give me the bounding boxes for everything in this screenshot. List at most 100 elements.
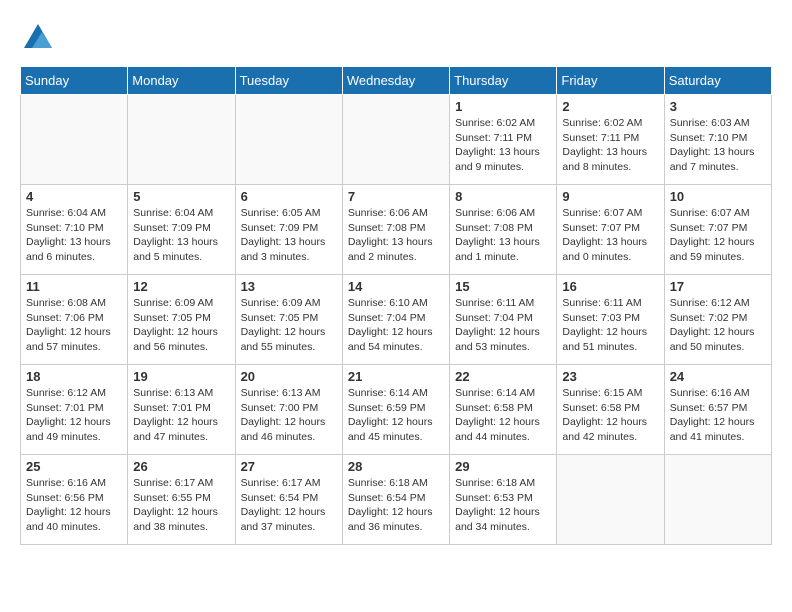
calendar-week-row: 1Sunrise: 6:02 AM Sunset: 7:11 PM Daylig… (21, 95, 772, 185)
day-info: Sunrise: 6:13 AM Sunset: 7:00 PM Dayligh… (241, 386, 337, 445)
calendar-cell: 10 Sunrise: 6:07 AM Sunset: 7:07 PM Dayli… (664, 185, 771, 275)
calendar-cell: 29 Sunrise: 6:18 AM Sunset: 6:53 PM Dayli… (450, 455, 557, 545)
day-info: Sunrise: 6:18 AM Sunset: 6:53 PM Dayligh… (455, 476, 551, 535)
calendar-cell: 4 Sunrise: 6:04 AM Sunset: 7:10 PM Daylig… (21, 185, 128, 275)
day-number: 8 (455, 189, 551, 204)
calendar-table: SundayMondayTuesdayWednesdayThursdayFrid… (20, 66, 772, 545)
day-info: Sunrise: 6:02 AM Sunset: 7:11 PM Dayligh… (562, 116, 658, 175)
weekday-header-friday: Friday (557, 67, 664, 95)
day-info: Sunrise: 6:17 AM Sunset: 6:54 PM Dayligh… (241, 476, 337, 535)
calendar-cell: 21 Sunrise: 6:14 AM Sunset: 6:59 PM Dayli… (342, 365, 449, 455)
day-number: 23 (562, 369, 658, 384)
day-info: Sunrise: 6:13 AM Sunset: 7:01 PM Dayligh… (133, 386, 229, 445)
day-number: 2 (562, 99, 658, 114)
calendar-cell: 25 Sunrise: 6:16 AM Sunset: 6:56 PM Dayli… (21, 455, 128, 545)
weekday-header-sunday: Sunday (21, 67, 128, 95)
day-number: 22 (455, 369, 551, 384)
day-number: 28 (348, 459, 444, 474)
calendar-cell: 9 Sunrise: 6:07 AM Sunset: 7:07 PM Daylig… (557, 185, 664, 275)
weekday-header-row: SundayMondayTuesdayWednesdayThursdayFrid… (21, 67, 772, 95)
day-info: Sunrise: 6:14 AM Sunset: 6:59 PM Dayligh… (348, 386, 444, 445)
calendar-cell: 13 Sunrise: 6:09 AM Sunset: 7:05 PM Dayli… (235, 275, 342, 365)
day-info: Sunrise: 6:02 AM Sunset: 7:11 PM Dayligh… (455, 116, 551, 175)
calendar-week-row: 18 Sunrise: 6:12 AM Sunset: 7:01 PM Dayli… (21, 365, 772, 455)
day-info: Sunrise: 6:17 AM Sunset: 6:55 PM Dayligh… (133, 476, 229, 535)
day-info: Sunrise: 6:12 AM Sunset: 7:02 PM Dayligh… (670, 296, 766, 355)
calendar-cell: 8 Sunrise: 6:06 AM Sunset: 7:08 PM Daylig… (450, 185, 557, 275)
day-number: 7 (348, 189, 444, 204)
calendar-week-row: 4 Sunrise: 6:04 AM Sunset: 7:10 PM Daylig… (21, 185, 772, 275)
weekday-header-wednesday: Wednesday (342, 67, 449, 95)
day-info: Sunrise: 6:07 AM Sunset: 7:07 PM Dayligh… (670, 206, 766, 265)
calendar-cell: 14 Sunrise: 6:10 AM Sunset: 7:04 PM Dayli… (342, 275, 449, 365)
day-info: Sunrise: 6:03 AM Sunset: 7:10 PM Dayligh… (670, 116, 766, 175)
calendar-cell (128, 95, 235, 185)
calendar-cell: 1Sunrise: 6:02 AM Sunset: 7:11 PM Daylig… (450, 95, 557, 185)
calendar-cell: 28 Sunrise: 6:18 AM Sunset: 6:54 PM Dayli… (342, 455, 449, 545)
day-number: 10 (670, 189, 766, 204)
calendar-cell: 22 Sunrise: 6:14 AM Sunset: 6:58 PM Dayli… (450, 365, 557, 455)
day-number: 14 (348, 279, 444, 294)
day-info: Sunrise: 6:16 AM Sunset: 6:56 PM Dayligh… (26, 476, 122, 535)
day-number: 15 (455, 279, 551, 294)
day-number: 20 (241, 369, 337, 384)
day-info: Sunrise: 6:12 AM Sunset: 7:01 PM Dayligh… (26, 386, 122, 445)
day-number: 13 (241, 279, 337, 294)
day-info: Sunrise: 6:11 AM Sunset: 7:04 PM Dayligh… (455, 296, 551, 355)
day-number: 6 (241, 189, 337, 204)
day-number: 5 (133, 189, 229, 204)
day-number: 29 (455, 459, 551, 474)
calendar-cell: 26Sunrise: 6:17 AM Sunset: 6:55 PM Dayli… (128, 455, 235, 545)
day-number: 18 (26, 369, 122, 384)
calendar-cell (235, 95, 342, 185)
calendar-cell: 5 Sunrise: 6:04 AM Sunset: 7:09 PM Daylig… (128, 185, 235, 275)
day-number: 11 (26, 279, 122, 294)
day-number: 17 (670, 279, 766, 294)
calendar-cell: 17 Sunrise: 6:12 AM Sunset: 7:02 PM Dayli… (664, 275, 771, 365)
calendar-cell: 19 Sunrise: 6:13 AM Sunset: 7:01 PM Dayli… (128, 365, 235, 455)
calendar-week-row: 25 Sunrise: 6:16 AM Sunset: 6:56 PM Dayli… (21, 455, 772, 545)
logo-icon (20, 20, 56, 56)
day-info: Sunrise: 6:07 AM Sunset: 7:07 PM Dayligh… (562, 206, 658, 265)
day-info: Sunrise: 6:11 AM Sunset: 7:03 PM Dayligh… (562, 296, 658, 355)
calendar-cell (557, 455, 664, 545)
day-info: Sunrise: 6:16 AM Sunset: 6:57 PM Dayligh… (670, 386, 766, 445)
calendar-cell: 7 Sunrise: 6:06 AM Sunset: 7:08 PM Daylig… (342, 185, 449, 275)
day-number: 24 (670, 369, 766, 384)
day-info: Sunrise: 6:04 AM Sunset: 7:10 PM Dayligh… (26, 206, 122, 265)
calendar-cell: 23 Sunrise: 6:15 AM Sunset: 6:58 PM Dayli… (557, 365, 664, 455)
day-info: Sunrise: 6:14 AM Sunset: 6:58 PM Dayligh… (455, 386, 551, 445)
day-number: 16 (562, 279, 658, 294)
calendar-cell: 27 Sunrise: 6:17 AM Sunset: 6:54 PM Dayli… (235, 455, 342, 545)
day-number: 19 (133, 369, 229, 384)
calendar-cell: 12Sunrise: 6:09 AM Sunset: 7:05 PM Dayli… (128, 275, 235, 365)
day-info: Sunrise: 6:15 AM Sunset: 6:58 PM Dayligh… (562, 386, 658, 445)
calendar-cell: 2 Sunrise: 6:02 AM Sunset: 7:11 PM Daylig… (557, 95, 664, 185)
day-number: 27 (241, 459, 337, 474)
day-number: 21 (348, 369, 444, 384)
calendar-cell: 11 Sunrise: 6:08 AM Sunset: 7:06 PM Dayli… (21, 275, 128, 365)
day-info: Sunrise: 6:10 AM Sunset: 7:04 PM Dayligh… (348, 296, 444, 355)
calendar-cell: 24 Sunrise: 6:16 AM Sunset: 6:57 PM Dayli… (664, 365, 771, 455)
weekday-header-thursday: Thursday (450, 67, 557, 95)
calendar-cell (21, 95, 128, 185)
day-info: Sunrise: 6:04 AM Sunset: 7:09 PM Dayligh… (133, 206, 229, 265)
calendar-cell: 15 Sunrise: 6:11 AM Sunset: 7:04 PM Dayli… (450, 275, 557, 365)
day-number: 25 (26, 459, 122, 474)
weekday-header-monday: Monday (128, 67, 235, 95)
calendar-week-row: 11 Sunrise: 6:08 AM Sunset: 7:06 PM Dayli… (21, 275, 772, 365)
day-number: 4 (26, 189, 122, 204)
weekday-header-saturday: Saturday (664, 67, 771, 95)
day-number: 9 (562, 189, 658, 204)
day-info: Sunrise: 6:06 AM Sunset: 7:08 PM Dayligh… (455, 206, 551, 265)
calendar-cell (342, 95, 449, 185)
day-info: Sunrise: 6:09 AM Sunset: 7:05 PM Dayligh… (241, 296, 337, 355)
calendar-cell: 6Sunrise: 6:05 AM Sunset: 7:09 PM Daylig… (235, 185, 342, 275)
day-info: Sunrise: 6:06 AM Sunset: 7:08 PM Dayligh… (348, 206, 444, 265)
day-info: Sunrise: 6:09 AM Sunset: 7:05 PM Dayligh… (133, 296, 229, 355)
logo (20, 20, 62, 56)
day-info: Sunrise: 6:08 AM Sunset: 7:06 PM Dayligh… (26, 296, 122, 355)
day-number: 3 (670, 99, 766, 114)
day-info: Sunrise: 6:18 AM Sunset: 6:54 PM Dayligh… (348, 476, 444, 535)
calendar-cell: 20 Sunrise: 6:13 AM Sunset: 7:00 PM Dayli… (235, 365, 342, 455)
